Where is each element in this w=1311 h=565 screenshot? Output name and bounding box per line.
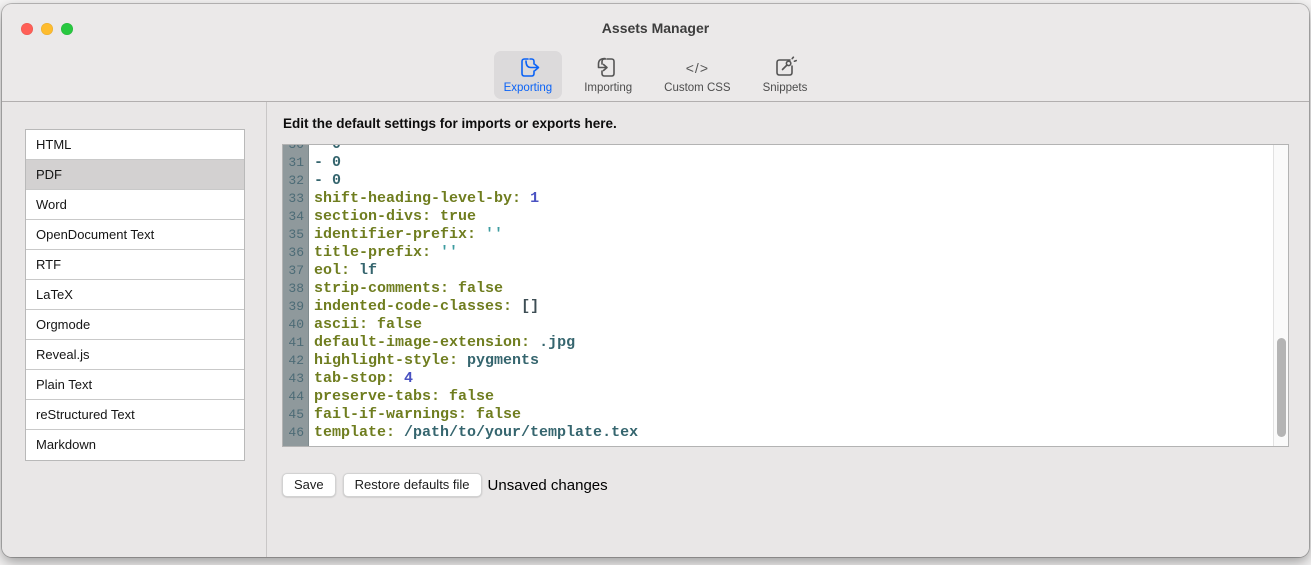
- list-item-plain-text[interactable]: Plain Text: [26, 370, 244, 400]
- code-text: tab-stop: 4: [309, 370, 413, 388]
- format-list: HTMLPDFWordOpenDocument TextRTFLaTeXOrgm…: [25, 129, 245, 461]
- code-text: identifier-prefix: '': [309, 226, 503, 244]
- line-number: 31: [283, 154, 309, 172]
- list-item-orgmode[interactable]: Orgmode: [26, 310, 244, 340]
- defaults-editor[interactable]: 30- 031- 032- 033shift-heading-level-by:…: [282, 144, 1289, 447]
- toolbar-item-custom-css[interactable]: </>Custom CSS: [654, 51, 740, 99]
- close-button[interactable]: [21, 23, 33, 35]
- line-number: 38: [283, 280, 309, 298]
- page-heading: Edit the default settings for imports or…: [283, 116, 1309, 131]
- toolbar-item-label: Custom CSS: [664, 82, 730, 94]
- code-text: highlight-style: pygments: [309, 352, 539, 370]
- line-number: 39: [283, 298, 309, 316]
- save-button[interactable]: Save: [282, 473, 336, 497]
- assets-manager-window: Assets Manager Exporting Importing </>Cust…: [2, 4, 1309, 557]
- code-text: - 0: [309, 172, 341, 190]
- actions-row: Save Restore defaults file Unsaved chang…: [282, 473, 1309, 497]
- line-number: 41: [283, 334, 309, 352]
- code-line[interactable]: 35identifier-prefix: '': [283, 226, 1288, 244]
- line-number: 37: [283, 262, 309, 280]
- line-number: 42: [283, 352, 309, 370]
- zoom-button[interactable]: [61, 23, 73, 35]
- code-text: - 0: [309, 154, 341, 172]
- line-number: 36: [283, 244, 309, 262]
- code-line[interactable]: 30- 0: [283, 144, 1288, 154]
- code-text: shift-heading-level-by: 1: [309, 190, 539, 208]
- scrollbar-thumb[interactable]: [1277, 338, 1286, 437]
- list-item-markdown[interactable]: Markdown: [26, 430, 244, 460]
- list-item-pdf[interactable]: PDF: [26, 160, 244, 190]
- code-line[interactable]: 31- 0: [283, 154, 1288, 172]
- line-number: 44: [283, 388, 309, 406]
- content-area: HTMLPDFWordOpenDocument TextRTFLaTeXOrgm…: [2, 102, 1309, 557]
- line-number: 46: [283, 424, 309, 442]
- line-number: 40: [283, 316, 309, 334]
- code-text: title-prefix: '': [309, 244, 458, 262]
- editor-lines: 30- 031- 032- 033shift-heading-level-by:…: [283, 144, 1288, 442]
- list-item-reveal-js[interactable]: Reveal.js: [26, 340, 244, 370]
- window-title: Assets Manager: [2, 4, 1309, 36]
- list-item-html[interactable]: HTML: [26, 130, 244, 160]
- code-line[interactable]: 34section-divs: true: [283, 208, 1288, 226]
- code-line[interactable]: 39indented-code-classes: []: [283, 298, 1288, 316]
- toolbar-item-importing[interactable]: Importing: [574, 51, 642, 99]
- code-line[interactable]: 36title-prefix: '': [283, 244, 1288, 262]
- toolbar-item-label: Snippets: [763, 82, 808, 94]
- toolbar-item-snippets[interactable]: Snippets: [753, 51, 818, 99]
- code-text: indented-code-classes: []: [309, 298, 539, 316]
- code-text: - 0: [309, 144, 341, 154]
- code-line[interactable]: 44preserve-tabs: false: [283, 388, 1288, 406]
- code-icon: </>: [684, 55, 710, 81]
- minimize-button[interactable]: [41, 23, 53, 35]
- restore-defaults-button[interactable]: Restore defaults file: [343, 473, 482, 497]
- code-line[interactable]: 42highlight-style: pygments: [283, 352, 1288, 370]
- titlebar[interactable]: Assets Manager Exporting Importing </>Cust…: [2, 4, 1309, 102]
- code-line[interactable]: 38strip-comments: false: [283, 280, 1288, 298]
- line-number: 34: [283, 208, 309, 226]
- import-icon: [595, 55, 621, 81]
- code-line[interactable]: 37eol: lf: [283, 262, 1288, 280]
- line-number: 33: [283, 190, 309, 208]
- code-text: ascii: false: [309, 316, 422, 334]
- editor-scrollbar[interactable]: [1273, 145, 1288, 446]
- code-text: default-image-extension: .jpg: [309, 334, 575, 352]
- line-number: 30: [283, 144, 309, 154]
- code-text: preserve-tabs: false: [309, 388, 494, 406]
- sidebar: HTMLPDFWordOpenDocument TextRTFLaTeXOrgm…: [2, 102, 267, 557]
- unsaved-changes-status: Unsaved changes: [488, 477, 608, 494]
- main-pane: Edit the default settings for imports or…: [267, 102, 1309, 557]
- snippet-icon: [772, 55, 798, 81]
- code-text: eol: lf: [309, 262, 377, 280]
- toolbar-item-exporting[interactable]: Exporting: [494, 51, 563, 99]
- code-line[interactable]: 40ascii: false: [283, 316, 1288, 334]
- code-line[interactable]: 46template: /path/to/your/template.tex: [283, 424, 1288, 442]
- line-number: 35: [283, 226, 309, 244]
- toolbar: Exporting Importing </>Custom CSS Snippets: [2, 51, 1309, 99]
- list-item-opendocument-text[interactable]: OpenDocument Text: [26, 220, 244, 250]
- code-line[interactable]: 33shift-heading-level-by: 1: [283, 190, 1288, 208]
- code-line[interactable]: 41default-image-extension: .jpg: [283, 334, 1288, 352]
- list-item-restructured-text[interactable]: reStructured Text: [26, 400, 244, 430]
- toolbar-item-label: Exporting: [504, 82, 553, 94]
- code-line[interactable]: 43tab-stop: 4: [283, 370, 1288, 388]
- code-text: template: /path/to/your/template.tex: [309, 424, 638, 442]
- list-item-rtf[interactable]: RTF: [26, 250, 244, 280]
- toolbar-item-label: Importing: [584, 82, 632, 94]
- list-item-word[interactable]: Word: [26, 190, 244, 220]
- traffic-lights: [21, 23, 73, 35]
- code-text: fail-if-warnings: false: [309, 406, 521, 424]
- code-text: section-divs: true: [309, 208, 476, 226]
- code-line[interactable]: 45fail-if-warnings: false: [283, 406, 1288, 424]
- code-line[interactable]: 32- 0: [283, 172, 1288, 190]
- line-number: 32: [283, 172, 309, 190]
- line-number: 43: [283, 370, 309, 388]
- export-icon: [515, 55, 541, 81]
- list-item-latex[interactable]: LaTeX: [26, 280, 244, 310]
- code-text: strip-comments: false: [309, 280, 503, 298]
- line-number: 45: [283, 406, 309, 424]
